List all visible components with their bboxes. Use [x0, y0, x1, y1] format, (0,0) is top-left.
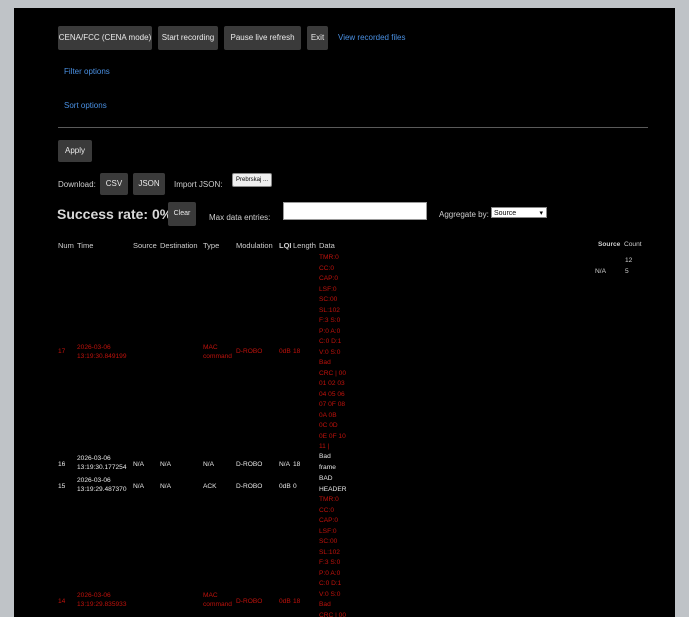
row-16-lqi: N/A [279, 461, 290, 468]
sort-options-link[interactable]: Sort options [64, 101, 107, 110]
header-lqi: LQI [279, 241, 292, 250]
header-source: Source [133, 241, 157, 250]
row-14-type-line2: command [203, 601, 232, 608]
row-14-type-line1: MAC [203, 592, 218, 599]
row-15-data: BAD HEADER [319, 475, 347, 493]
download-csv-button[interactable]: CSV [100, 173, 128, 195]
row-16-data: Bad frame [319, 453, 336, 471]
row-16-destination: N/A [160, 461, 171, 468]
header-length: Length [293, 241, 316, 250]
row-17-type: MAC command [203, 343, 232, 361]
header-destination: Destination [160, 241, 198, 250]
header-modulation: Modulation [236, 241, 273, 250]
row-16-num: 16 [58, 461, 66, 468]
row-17-modulation: D-ROBO [236, 348, 263, 355]
row-17-num: 17 [58, 348, 66, 355]
row-14-type: MAC command [203, 591, 232, 609]
row-17-clock: 13:19:30.849199 [77, 353, 127, 360]
aggregate-row-1-count: 12 [625, 257, 633, 264]
row-15-source: N/A [133, 483, 144, 490]
divider [58, 127, 648, 128]
header-num: Num [58, 241, 74, 250]
filter-options-link[interactable]: Filter options [64, 67, 110, 76]
row-14-length: 18 [293, 598, 301, 605]
aggregate-row-2-source: N/A [595, 268, 606, 275]
row-16-length: 18 [293, 461, 301, 468]
row-15-modulation: D-ROBO [236, 483, 263, 490]
row-14-modulation: D-ROBO [236, 598, 263, 605]
download-label: Download: [58, 180, 96, 189]
row-15-length: 0 [293, 483, 297, 490]
max-entries-label: Max data entries: [209, 213, 271, 222]
chevron-down-icon: ▾ [539, 210, 543, 217]
row-17-date: 2026-03-06 [77, 344, 111, 351]
browse-file-button[interactable]: Prebrskaj ... [232, 173, 273, 187]
pause-refresh-button[interactable]: Pause live refresh [224, 26, 301, 50]
aggregate-select-value: Source [494, 210, 517, 217]
view-recorded-files-link[interactable]: View recorded files [338, 33, 405, 42]
row-17-length: 18 [293, 348, 301, 355]
row-17-type-line1: MAC [203, 344, 218, 351]
aggregate-header-count: Count [624, 241, 642, 248]
row-14-lqi: 0dB [279, 598, 291, 605]
row-15-time: 2026-03-06 13:19:29.487370 [77, 476, 127, 494]
row-16-time: 2026-03-06 13:19:30.177254 [77, 454, 127, 472]
clear-button[interactable]: Clear [168, 202, 196, 226]
aggregate-header-source: Source [598, 241, 621, 248]
aggregate-label: Aggregate by: [439, 210, 489, 219]
app-window: CENA/FCC (CENA mode) Start recording Pau… [14, 8, 675, 617]
aggregate-select[interactable]: Source ▾ [491, 207, 547, 218]
row-16-clock: 13:19:30.177254 [77, 464, 127, 471]
row-15-num: 15 [58, 483, 66, 490]
exit-button[interactable]: Exit [307, 26, 328, 50]
row-15-lqi: 0dB [279, 483, 291, 490]
max-entries-input[interactable] [283, 202, 427, 220]
row-17-type-line2: command [203, 353, 232, 360]
import-json-label: Import JSON: [174, 180, 223, 189]
header-data: Data [319, 241, 335, 250]
row-15-date: 2026-03-06 [77, 477, 111, 484]
row-14-num: 14 [58, 598, 66, 605]
row-16-modulation: D-ROBO [236, 461, 263, 468]
row-15-destination: N/A [160, 483, 171, 490]
download-json-button[interactable]: JSON [133, 173, 165, 195]
row-14-date: 2026-03-06 [77, 592, 111, 599]
row-16-source: N/A [133, 461, 144, 468]
row-15-clock: 13:19:29.487370 [77, 486, 127, 493]
header-type: Type [203, 241, 220, 250]
start-recording-button[interactable]: Start recording [158, 26, 218, 50]
row-16-date: 2026-03-06 [77, 455, 111, 462]
aggregate-row-2-count: 5 [625, 268, 629, 275]
cena-mode-button[interactable]: CENA/FCC (CENA mode) [58, 26, 152, 50]
row-17-lqi: 0dB [279, 348, 291, 355]
row-14-clock: 13:19:29.835933 [77, 601, 127, 608]
row-17-data: TMR:0 CC:0 CAP:0 LSF:0 SC:00 SL:102 F:3 … [319, 254, 346, 450]
row-17-time: 2026-03-06 13:19:30.849199 [77, 343, 127, 361]
success-rate: Success rate: 0% [57, 206, 173, 222]
row-14-time: 2026-03-06 13:19:29.835933 [77, 591, 127, 609]
row-14-data: TMR:0 CC:0 CAP:0 LSF:0 SC:00 SL:102 F:3 … [319, 496, 346, 617]
row-16-type: N/A [203, 461, 214, 468]
row-15-type: ACK [203, 483, 217, 490]
header-time: Time [77, 241, 94, 250]
apply-button[interactable]: Apply [58, 140, 92, 162]
